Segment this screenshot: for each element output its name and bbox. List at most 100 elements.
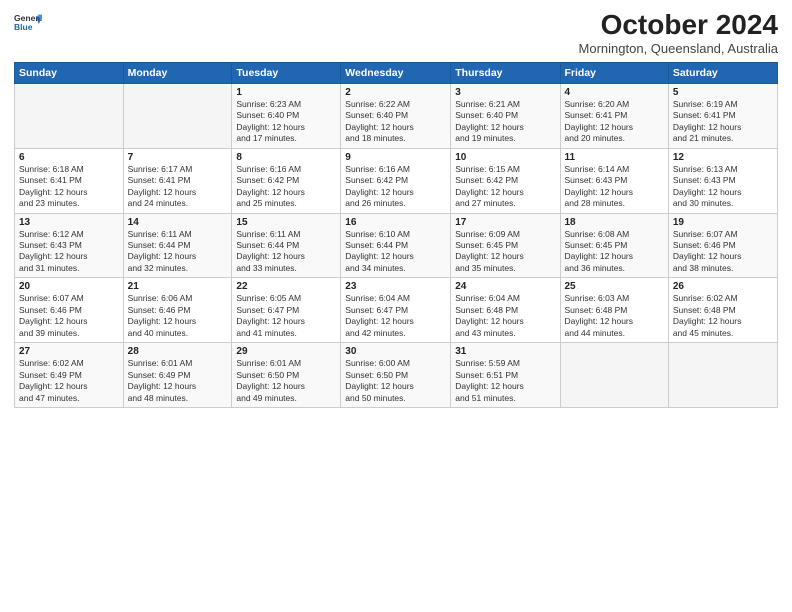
calendar-cell: 7Sunrise: 6:17 AM Sunset: 6:41 PM Daylig… xyxy=(123,148,232,213)
day-number: 22 xyxy=(236,281,336,292)
calendar-cell: 2Sunrise: 6:22 AM Sunset: 6:40 PM Daylig… xyxy=(341,83,451,148)
day-info: Sunrise: 6:13 AM Sunset: 6:43 PM Dayligh… xyxy=(673,164,773,210)
calendar-cell: 1Sunrise: 6:23 AM Sunset: 6:40 PM Daylig… xyxy=(232,83,341,148)
calendar-cell xyxy=(560,343,668,408)
day-info: Sunrise: 6:00 AM Sunset: 6:50 PM Dayligh… xyxy=(345,358,446,404)
day-info: Sunrise: 6:01 AM Sunset: 6:50 PM Dayligh… xyxy=(236,358,336,404)
calendar-cell: 5Sunrise: 6:19 AM Sunset: 6:41 PM Daylig… xyxy=(668,83,777,148)
calendar-cell: 28Sunrise: 6:01 AM Sunset: 6:49 PM Dayli… xyxy=(123,343,232,408)
day-info: Sunrise: 6:02 AM Sunset: 6:49 PM Dayligh… xyxy=(19,358,119,404)
day-info: Sunrise: 6:17 AM Sunset: 6:41 PM Dayligh… xyxy=(128,164,228,210)
calendar-cell: 13Sunrise: 6:12 AM Sunset: 6:43 PM Dayli… xyxy=(15,213,124,278)
calendar-cell: 15Sunrise: 6:11 AM Sunset: 6:44 PM Dayli… xyxy=(232,213,341,278)
calendar-cell: 3Sunrise: 6:21 AM Sunset: 6:40 PM Daylig… xyxy=(451,83,560,148)
calendar-cell: 8Sunrise: 6:16 AM Sunset: 6:42 PM Daylig… xyxy=(232,148,341,213)
calendar-cell: 19Sunrise: 6:07 AM Sunset: 6:46 PM Dayli… xyxy=(668,213,777,278)
day-info: Sunrise: 6:10 AM Sunset: 6:44 PM Dayligh… xyxy=(345,229,446,275)
calendar-cell: 9Sunrise: 6:16 AM Sunset: 6:42 PM Daylig… xyxy=(341,148,451,213)
day-number: 20 xyxy=(19,281,119,292)
day-number: 27 xyxy=(19,346,119,357)
day-header-saturday: Saturday xyxy=(668,62,777,83)
calendar-cell: 18Sunrise: 6:08 AM Sunset: 6:45 PM Dayli… xyxy=(560,213,668,278)
day-number: 26 xyxy=(673,281,773,292)
day-number: 30 xyxy=(345,346,446,357)
day-info: Sunrise: 6:18 AM Sunset: 6:41 PM Dayligh… xyxy=(19,164,119,210)
calendar-cell: 12Sunrise: 6:13 AM Sunset: 6:43 PM Dayli… xyxy=(668,148,777,213)
day-info: Sunrise: 6:05 AM Sunset: 6:47 PM Dayligh… xyxy=(236,293,336,339)
day-number: 7 xyxy=(128,152,228,163)
day-info: Sunrise: 6:07 AM Sunset: 6:46 PM Dayligh… xyxy=(673,229,773,275)
day-info: Sunrise: 6:01 AM Sunset: 6:49 PM Dayligh… xyxy=(128,358,228,404)
day-number: 5 xyxy=(673,87,773,98)
calendar-cell xyxy=(123,83,232,148)
calendar-cell: 30Sunrise: 6:00 AM Sunset: 6:50 PM Dayli… xyxy=(341,343,451,408)
day-header-tuesday: Tuesday xyxy=(232,62,341,83)
day-info: Sunrise: 6:16 AM Sunset: 6:42 PM Dayligh… xyxy=(345,164,446,210)
header: General Blue October 2024 Mornington, Qu… xyxy=(14,10,778,56)
day-number: 13 xyxy=(19,217,119,228)
logo-icon: General Blue xyxy=(14,10,42,38)
day-info: Sunrise: 6:03 AM Sunset: 6:48 PM Dayligh… xyxy=(565,293,664,339)
day-header-friday: Friday xyxy=(560,62,668,83)
day-number: 31 xyxy=(455,346,555,357)
day-header-sunday: Sunday xyxy=(15,62,124,83)
calendar-cell: 11Sunrise: 6:14 AM Sunset: 6:43 PM Dayli… xyxy=(560,148,668,213)
calendar-cell: 16Sunrise: 6:10 AM Sunset: 6:44 PM Dayli… xyxy=(341,213,451,278)
month-title: October 2024 xyxy=(579,10,778,41)
day-number: 28 xyxy=(128,346,228,357)
day-number: 6 xyxy=(19,152,119,163)
day-header-thursday: Thursday xyxy=(451,62,560,83)
day-number: 11 xyxy=(565,152,664,163)
day-info: Sunrise: 6:16 AM Sunset: 6:42 PM Dayligh… xyxy=(236,164,336,210)
day-info: Sunrise: 5:59 AM Sunset: 6:51 PM Dayligh… xyxy=(455,358,555,404)
day-info: Sunrise: 6:22 AM Sunset: 6:40 PM Dayligh… xyxy=(345,99,446,145)
day-info: Sunrise: 6:14 AM Sunset: 6:43 PM Dayligh… xyxy=(565,164,664,210)
day-info: Sunrise: 6:09 AM Sunset: 6:45 PM Dayligh… xyxy=(455,229,555,275)
day-number: 14 xyxy=(128,217,228,228)
day-number: 24 xyxy=(455,281,555,292)
day-number: 10 xyxy=(455,152,555,163)
day-number: 12 xyxy=(673,152,773,163)
title-area: October 2024 Mornington, Queensland, Aus… xyxy=(579,10,778,56)
day-number: 29 xyxy=(236,346,336,357)
day-info: Sunrise: 6:19 AM Sunset: 6:41 PM Dayligh… xyxy=(673,99,773,145)
calendar-cell xyxy=(15,83,124,148)
calendar-cell: 29Sunrise: 6:01 AM Sunset: 6:50 PM Dayli… xyxy=(232,343,341,408)
day-number: 1 xyxy=(236,87,336,98)
calendar-cell: 4Sunrise: 6:20 AM Sunset: 6:41 PM Daylig… xyxy=(560,83,668,148)
calendar-cell: 10Sunrise: 6:15 AM Sunset: 6:42 PM Dayli… xyxy=(451,148,560,213)
day-info: Sunrise: 6:06 AM Sunset: 6:46 PM Dayligh… xyxy=(128,293,228,339)
day-info: Sunrise: 6:04 AM Sunset: 6:47 PM Dayligh… xyxy=(345,293,446,339)
day-number: 18 xyxy=(565,217,664,228)
calendar-cell xyxy=(668,343,777,408)
day-info: Sunrise: 6:21 AM Sunset: 6:40 PM Dayligh… xyxy=(455,99,555,145)
day-number: 17 xyxy=(455,217,555,228)
calendar-cell: 24Sunrise: 6:04 AM Sunset: 6:48 PM Dayli… xyxy=(451,278,560,343)
calendar-cell: 27Sunrise: 6:02 AM Sunset: 6:49 PM Dayli… xyxy=(15,343,124,408)
day-info: Sunrise: 6:04 AM Sunset: 6:48 PM Dayligh… xyxy=(455,293,555,339)
day-number: 4 xyxy=(565,87,664,98)
day-header-wednesday: Wednesday xyxy=(341,62,451,83)
day-number: 3 xyxy=(455,87,555,98)
day-number: 23 xyxy=(345,281,446,292)
calendar-cell: 6Sunrise: 6:18 AM Sunset: 6:41 PM Daylig… xyxy=(15,148,124,213)
calendar-cell: 17Sunrise: 6:09 AM Sunset: 6:45 PM Dayli… xyxy=(451,213,560,278)
day-info: Sunrise: 6:15 AM Sunset: 6:42 PM Dayligh… xyxy=(455,164,555,210)
day-number: 25 xyxy=(565,281,664,292)
calendar-cell: 22Sunrise: 6:05 AM Sunset: 6:47 PM Dayli… xyxy=(232,278,341,343)
calendar-cell: 21Sunrise: 6:06 AM Sunset: 6:46 PM Dayli… xyxy=(123,278,232,343)
day-number: 2 xyxy=(345,87,446,98)
calendar-cell: 26Sunrise: 6:02 AM Sunset: 6:48 PM Dayli… xyxy=(668,278,777,343)
day-info: Sunrise: 6:11 AM Sunset: 6:44 PM Dayligh… xyxy=(236,229,336,275)
day-info: Sunrise: 6:02 AM Sunset: 6:48 PM Dayligh… xyxy=(673,293,773,339)
day-header-monday: Monday xyxy=(123,62,232,83)
day-info: Sunrise: 6:11 AM Sunset: 6:44 PM Dayligh… xyxy=(128,229,228,275)
day-info: Sunrise: 6:23 AM Sunset: 6:40 PM Dayligh… xyxy=(236,99,336,145)
location: Mornington, Queensland, Australia xyxy=(579,41,778,56)
day-number: 16 xyxy=(345,217,446,228)
calendar-cell: 25Sunrise: 6:03 AM Sunset: 6:48 PM Dayli… xyxy=(560,278,668,343)
day-info: Sunrise: 6:07 AM Sunset: 6:46 PM Dayligh… xyxy=(19,293,119,339)
day-info: Sunrise: 6:12 AM Sunset: 6:43 PM Dayligh… xyxy=(19,229,119,275)
calendar-cell: 14Sunrise: 6:11 AM Sunset: 6:44 PM Dayli… xyxy=(123,213,232,278)
day-number: 8 xyxy=(236,152,336,163)
